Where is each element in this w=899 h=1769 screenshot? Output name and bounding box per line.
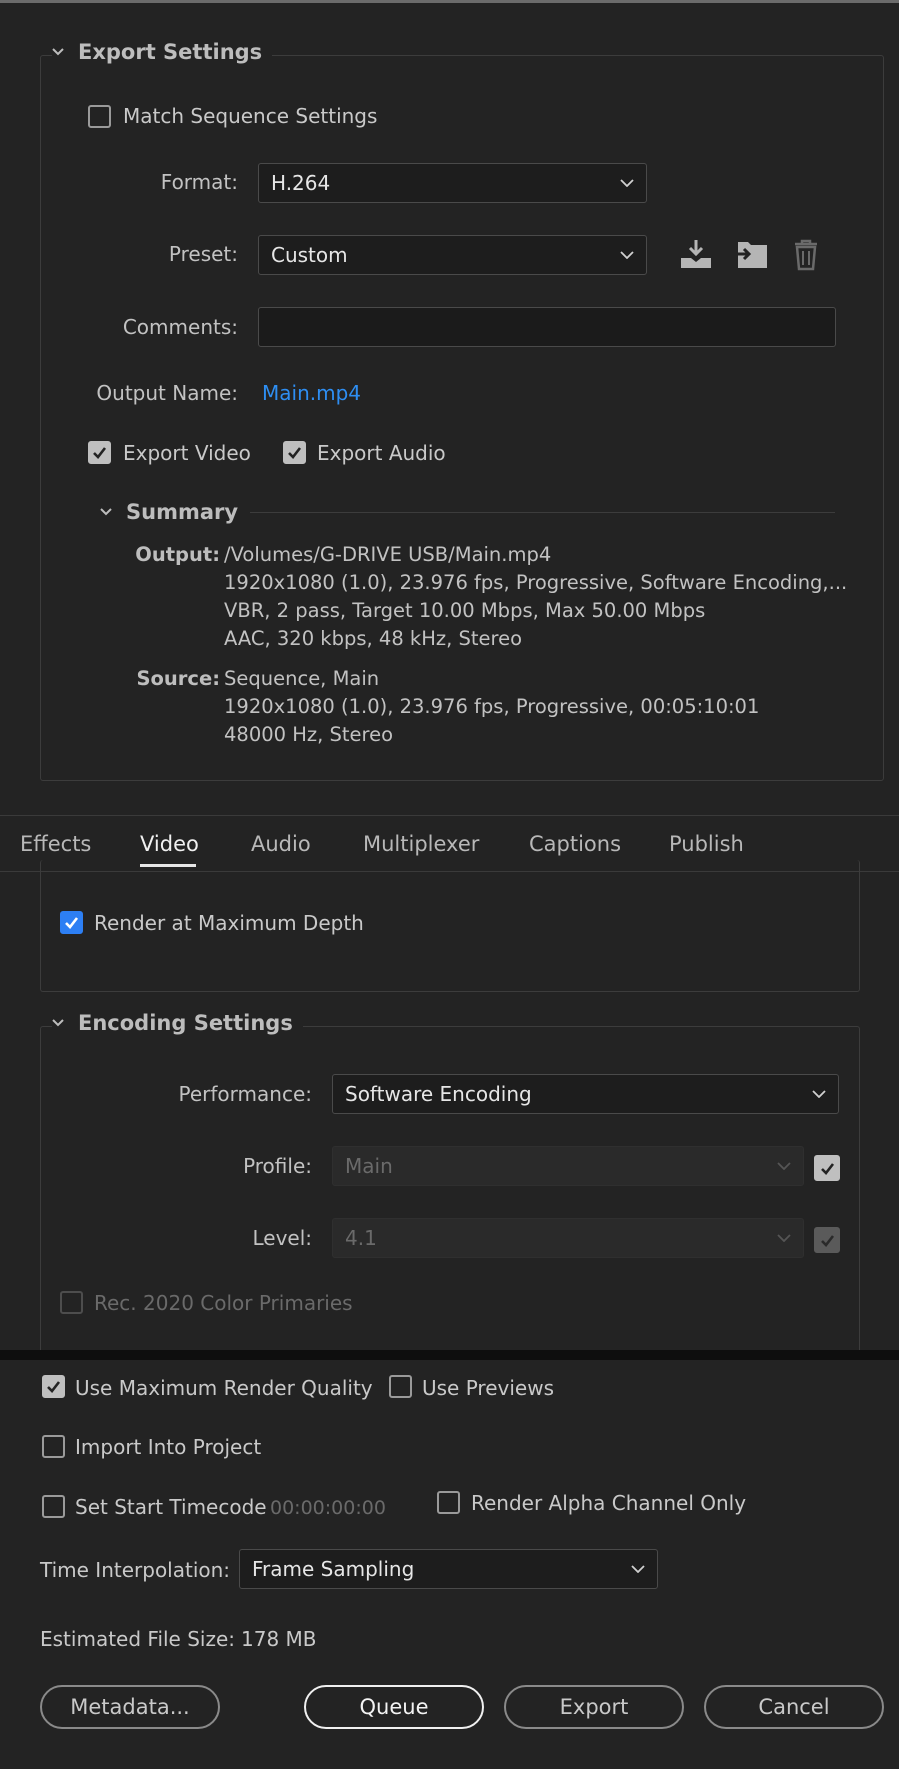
performance-dropdown[interactable]: Software Encoding bbox=[332, 1074, 839, 1114]
comments-label: Comments: bbox=[122, 315, 238, 339]
summary-output-key: Output: bbox=[135, 543, 220, 566]
level-label: Level: bbox=[252, 1226, 312, 1250]
encoding-settings-title: Encoding Settings bbox=[78, 1011, 293, 1035]
panel-divider[interactable] bbox=[0, 1350, 899, 1360]
time-interpolation-dropdown[interactable]: Frame Sampling bbox=[239, 1549, 658, 1589]
tab-video[interactable]: Video bbox=[140, 832, 199, 856]
time-interpolation-value: Frame Sampling bbox=[252, 1557, 415, 1581]
render-alpha-checkbox[interactable] bbox=[437, 1491, 460, 1514]
level-dropdown[interactable]: 4.1 bbox=[332, 1218, 804, 1258]
use-previews-label: Use Previews bbox=[422, 1376, 554, 1400]
profile-value: Main bbox=[345, 1154, 393, 1178]
tab-captions[interactable]: Captions bbox=[529, 832, 621, 856]
max-render-quality-checkbox[interactable] bbox=[42, 1375, 65, 1398]
level-value: 4.1 bbox=[345, 1226, 377, 1250]
match-sequence-checkbox[interactable] bbox=[88, 105, 111, 128]
summary-source-key: Source: bbox=[136, 667, 220, 690]
chevron-down-icon bbox=[777, 1162, 791, 1170]
summary-output-line: /Volumes/G-DRIVE USB/Main.mp4 bbox=[224, 543, 552, 566]
level-checkbox[interactable] bbox=[814, 1227, 840, 1253]
performance-value: Software Encoding bbox=[345, 1082, 532, 1106]
chevron-down-icon bbox=[777, 1234, 791, 1242]
check-icon bbox=[47, 1381, 61, 1393]
tab-audio[interactable]: Audio bbox=[251, 832, 311, 856]
summary-output-line: VBR, 2 pass, Target 10.00 Mbps, Max 50.0… bbox=[224, 599, 706, 622]
preset-dropdown[interactable]: Custom bbox=[258, 235, 647, 275]
check-icon bbox=[820, 1162, 834, 1175]
start-timecode-checkbox[interactable] bbox=[42, 1495, 65, 1518]
format-dropdown[interactable]: H.264 bbox=[258, 163, 647, 203]
check-icon bbox=[93, 447, 107, 459]
performance-label: Performance: bbox=[178, 1082, 312, 1106]
tab-publish[interactable]: Publish bbox=[669, 832, 744, 856]
import-into-project-label: Import Into Project bbox=[75, 1435, 262, 1459]
export-audio-checkbox[interactable] bbox=[283, 441, 306, 464]
render-max-depth-checkbox[interactable] bbox=[60, 911, 83, 934]
summary-source-line: 48000 Hz, Stereo bbox=[224, 723, 394, 746]
export-settings-title: Export Settings bbox=[78, 40, 263, 64]
profile-dropdown[interactable]: Main bbox=[332, 1146, 804, 1186]
save-preset-icon[interactable] bbox=[678, 236, 714, 272]
profile-checkbox[interactable] bbox=[814, 1155, 840, 1181]
match-sequence-label: Match Sequence Settings bbox=[123, 104, 378, 128]
chevron-down-icon bbox=[620, 251, 634, 259]
chevron-down-icon[interactable] bbox=[100, 508, 112, 516]
export-audio-label: Export Audio bbox=[317, 441, 446, 465]
max-render-quality-label: Use Maximum Render Quality bbox=[75, 1376, 373, 1400]
comments-field[interactable] bbox=[258, 307, 836, 347]
import-preset-icon[interactable] bbox=[734, 236, 770, 272]
rec2020-checkbox[interactable] bbox=[60, 1291, 83, 1314]
check-icon bbox=[65, 917, 79, 929]
use-previews-checkbox[interactable] bbox=[389, 1375, 412, 1398]
output-name-link[interactable]: Main.mp4 bbox=[262, 381, 361, 405]
tab-multiplexer[interactable]: Multiplexer bbox=[363, 832, 479, 856]
format-label: Format: bbox=[160, 170, 238, 194]
summary-source-line: Sequence, Main bbox=[224, 667, 380, 690]
export-settings-header[interactable]: Export Settings bbox=[52, 40, 273, 64]
chevron-down-icon[interactable] bbox=[52, 48, 64, 56]
preset-label: Preset: bbox=[168, 242, 238, 266]
time-interpolation-label: Time Interpolation: bbox=[40, 1558, 231, 1582]
output-name-label: Output Name: bbox=[96, 381, 238, 405]
delete-preset-icon[interactable] bbox=[788, 236, 824, 272]
render-max-depth-label: Render at Maximum Depth bbox=[94, 911, 364, 935]
format-value: H.264 bbox=[271, 171, 331, 195]
export-video-label: Export Video bbox=[123, 441, 251, 465]
export-button[interactable]: Export bbox=[504, 1685, 684, 1729]
estimated-file-size-value: 178 MB bbox=[241, 1627, 317, 1651]
summary-output-line: 1920x1080 (1.0), 23.976 fps, Progressive… bbox=[224, 571, 848, 594]
render-alpha-label: Render Alpha Channel Only bbox=[471, 1491, 747, 1515]
preset-value: Custom bbox=[271, 243, 348, 267]
summary-divider bbox=[250, 512, 835, 513]
chevron-down-icon bbox=[812, 1090, 826, 1098]
cancel-button[interactable]: Cancel bbox=[704, 1685, 884, 1729]
export-video-checkbox[interactable] bbox=[88, 441, 111, 464]
metadata-button[interactable]: Metadata... bbox=[40, 1685, 220, 1729]
start-timecode-value[interactable]: 00:00:00:00 bbox=[270, 1497, 386, 1519]
check-icon bbox=[288, 447, 302, 459]
rec2020-label: Rec. 2020 Color Primaries bbox=[94, 1291, 353, 1315]
summary-source-line: 1920x1080 (1.0), 23.976 fps, Progressive… bbox=[224, 695, 760, 718]
queue-button[interactable]: Queue bbox=[304, 1685, 484, 1729]
encoding-settings-header[interactable]: Encoding Settings bbox=[52, 1011, 303, 1035]
summary-header[interactable]: Summary bbox=[100, 500, 249, 524]
start-timecode-label: Set Start Timecode bbox=[75, 1495, 267, 1519]
chevron-down-icon[interactable] bbox=[52, 1019, 64, 1027]
chevron-down-icon bbox=[631, 1565, 645, 1573]
summary-title: Summary bbox=[126, 500, 239, 524]
check-icon bbox=[820, 1234, 834, 1247]
chevron-down-icon bbox=[620, 179, 634, 187]
top-border bbox=[0, 0, 899, 3]
estimated-file-size-label: Estimated File Size: bbox=[40, 1627, 236, 1651]
summary-output-line: AAC, 320 kbps, 48 kHz, Stereo bbox=[224, 627, 523, 650]
profile-label: Profile: bbox=[243, 1154, 312, 1178]
tab-effects[interactable]: Effects bbox=[20, 832, 91, 856]
import-into-project-checkbox[interactable] bbox=[42, 1435, 65, 1458]
